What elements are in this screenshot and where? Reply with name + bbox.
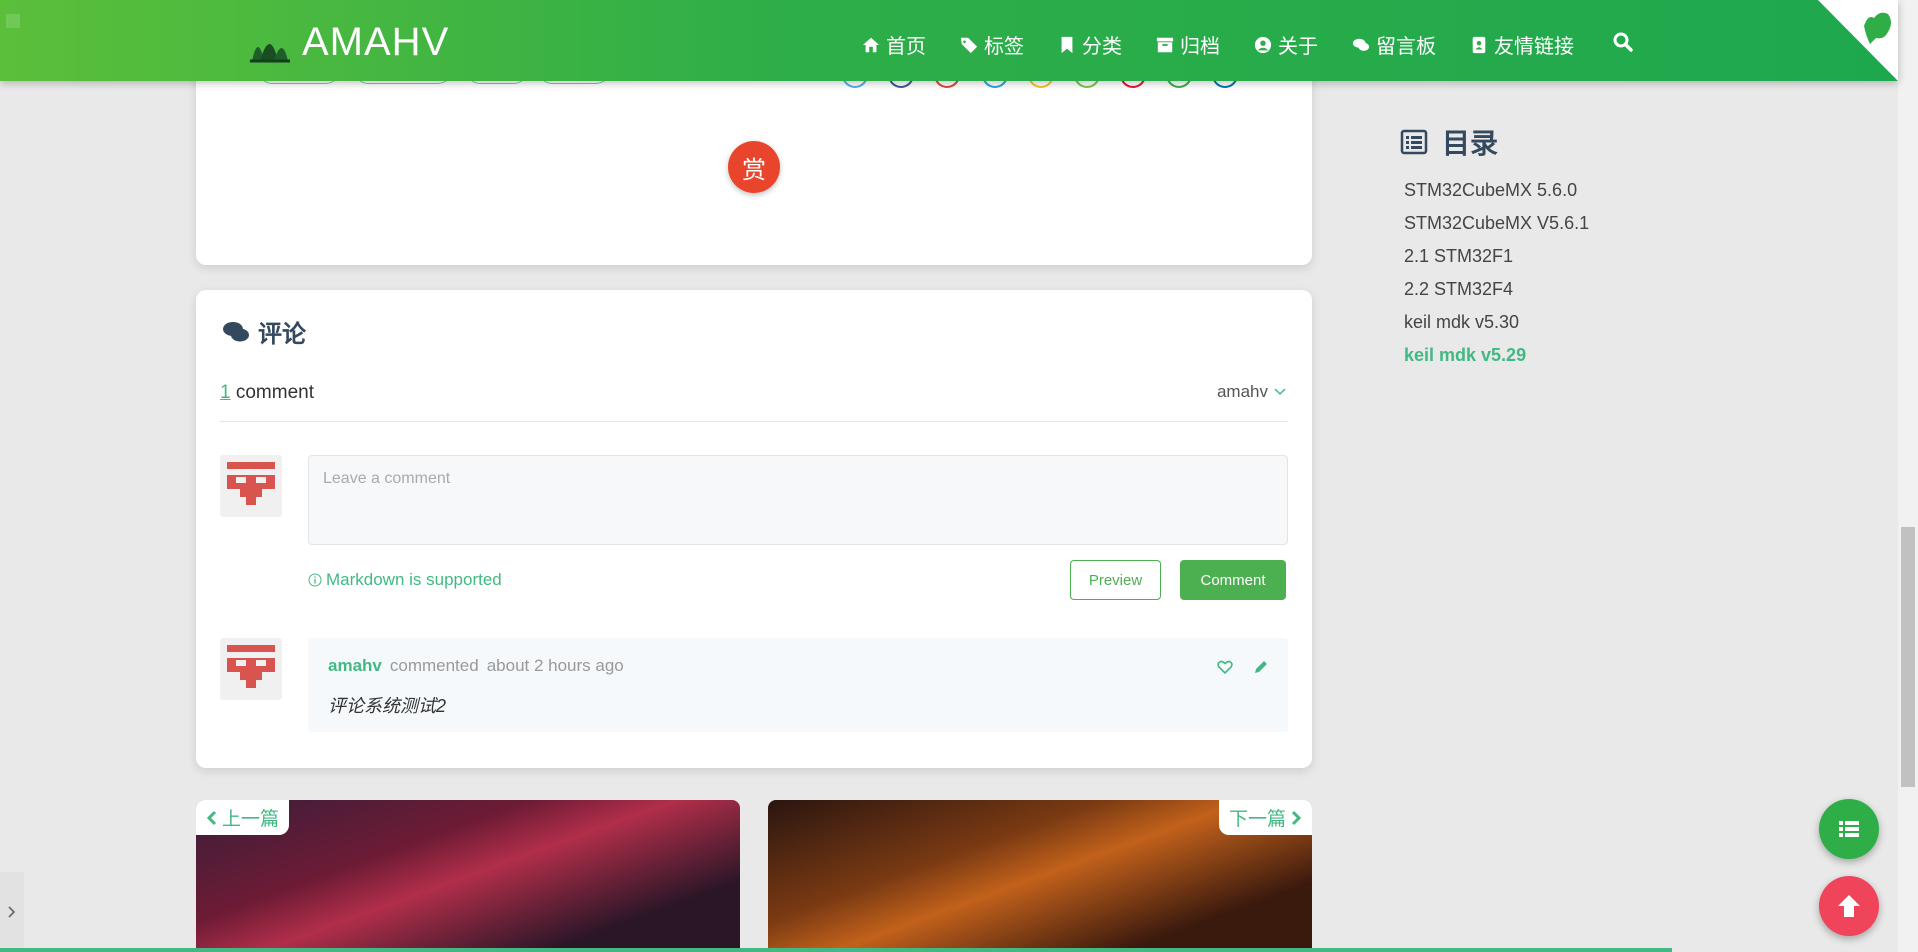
avatar[interactable] <box>220 638 282 700</box>
preview-button[interactable]: Preview <box>1070 560 1161 600</box>
tags-icon <box>960 37 978 53</box>
comments-icon <box>223 321 249 341</box>
comment-textarea[interactable]: Leave a comment <box>308 455 1288 545</box>
next-post-card[interactable]: 下一篇 <box>768 800 1312 952</box>
search-icon[interactable] <box>1613 32 1633 52</box>
user-menu[interactable]: amahv <box>1217 382 1286 402</box>
toc-item[interactable]: keil mdk v5.30 <box>1404 310 1589 343</box>
brand[interactable]: AMAHV <box>248 20 449 65</box>
brand-logo-icon <box>250 43 290 62</box>
toc-heading: 目录 <box>1400 122 1498 162</box>
comments-title: 评论 <box>258 321 306 348</box>
markdown-hint-text: Markdown is supported <box>326 570 502 589</box>
toc-item[interactable]: 2.2 STM32F4 <box>1404 277 1589 310</box>
scrollbar-thumb[interactable] <box>1901 527 1915 787</box>
comment-time[interactable]: about 2 hours ago <box>487 656 624 676</box>
current-user-name: amahv <box>1216 382 1268 401</box>
nav-item-label: 留言板 <box>1376 36 1436 58</box>
nav-item-archives[interactable]: 归档 <box>1156 30 1220 59</box>
submit-comment-button[interactable]: Comment <box>1180 560 1286 600</box>
identicon-icon <box>227 645 275 688</box>
comment-item: amahv commented about 2 hours ago 评论系统测试… <box>308 638 1288 732</box>
next-post-label[interactable]: 下一篇 <box>1218 800 1312 835</box>
nav-menu: 首页 标签 分类 归档 关于 留言板 友情链接 <box>862 30 1574 59</box>
heart-icon[interactable] <box>1216 658 1234 676</box>
bookmark-icon <box>1061 36 1073 53</box>
toc-item[interactable]: STM32CubeMX V5.6.1 <box>1404 211 1589 244</box>
brand-name: AMAHV <box>302 20 450 64</box>
comment-count-row: 1 comment amahv <box>220 382 1288 422</box>
next-post-text: 下一篇 <box>1228 809 1286 830</box>
corner-square <box>6 14 20 28</box>
home-icon <box>862 37 880 52</box>
comments-heading: 评论 <box>222 314 306 349</box>
address-book-icon <box>1472 36 1486 53</box>
comment-actions <box>1216 658 1270 676</box>
user-circle-icon <box>1254 36 1272 53</box>
nav-item-label: 分类 <box>1082 36 1122 58</box>
nav-item-label: 标签 <box>984 36 1024 58</box>
nav-item-label: 友情链接 <box>1494 36 1574 58</box>
comment-count-link[interactable]: 1 <box>220 382 231 403</box>
toc-item-active[interactable]: keil mdk v5.29 <box>1404 343 1589 376</box>
reading-progress-bar <box>0 948 1672 952</box>
nav-item-label: 归档 <box>1180 36 1220 58</box>
github-corner-icon[interactable] <box>1818 0 1898 81</box>
avatar[interactable] <box>220 455 282 517</box>
comment-action: commented <box>389 656 479 675</box>
sidebar-toggle[interactable] <box>0 872 24 952</box>
back-to-top-button[interactable] <box>1819 876 1879 936</box>
toc-title: 目录 <box>1442 128 1499 159</box>
nav-item-categories[interactable]: 分类 <box>1058 30 1122 59</box>
arrow-up-icon <box>1838 895 1860 917</box>
reward-button[interactable]: 赏 <box>728 141 780 193</box>
chevron-right-icon <box>8 906 16 918</box>
nav-item-home[interactable]: 首页 <box>862 30 926 59</box>
comment-header: amahv commented about 2 hours ago <box>328 656 624 676</box>
comments-card: 评论 1 comment amahv Leave a comment Markd… <box>196 290 1312 768</box>
nav-item-tags[interactable]: 标签 <box>960 30 1024 59</box>
list-icon <box>1839 821 1859 837</box>
nav-item-label: 关于 <box>1278 36 1318 58</box>
prev-post-text: 上一篇 <box>222 809 280 830</box>
comment-count-label: comment <box>230 382 314 403</box>
comment-body: 评论系统测试2 <box>328 696 447 716</box>
prev-post-label[interactable]: 上一篇 <box>196 800 290 835</box>
chevron-down-icon <box>1274 388 1286 396</box>
list-alt-icon <box>1400 129 1428 155</box>
toc-item[interactable]: STM32CubeMX 5.6.0 <box>1404 178 1589 211</box>
archive-icon <box>1156 37 1174 52</box>
scrollbar[interactable] <box>1898 0 1918 952</box>
markdown-hint[interactable]: Markdown is supported <box>308 570 502 590</box>
prev-post-card[interactable]: 上一篇 <box>196 800 740 952</box>
chevron-left-icon <box>206 810 217 825</box>
top-navbar: AMAHV 首页 标签 分类 归档 关于 留言板 友情链接 <box>0 0 1898 81</box>
toc-item[interactable]: 2.1 STM32F1 <box>1404 244 1589 277</box>
nav-item-guestbook[interactable]: 留言板 <box>1352 30 1436 59</box>
info-icon <box>308 573 322 587</box>
edit-icon[interactable] <box>1252 658 1270 676</box>
nav-item-links[interactable]: 友情链接 <box>1470 30 1574 59</box>
chevron-right-icon <box>1291 810 1302 825</box>
identicon-icon <box>227 462 275 505</box>
toc-list: STM32CubeMX 5.6.0 STM32CubeMX V5.6.1 2.1… <box>1404 178 1589 376</box>
nav-item-label: 首页 <box>886 36 926 58</box>
toc-toggle-button[interactable] <box>1819 799 1879 859</box>
nav-item-about[interactable]: 关于 <box>1254 30 1318 59</box>
comments-icon <box>1352 38 1370 51</box>
comment-author[interactable]: amahv <box>328 656 382 676</box>
